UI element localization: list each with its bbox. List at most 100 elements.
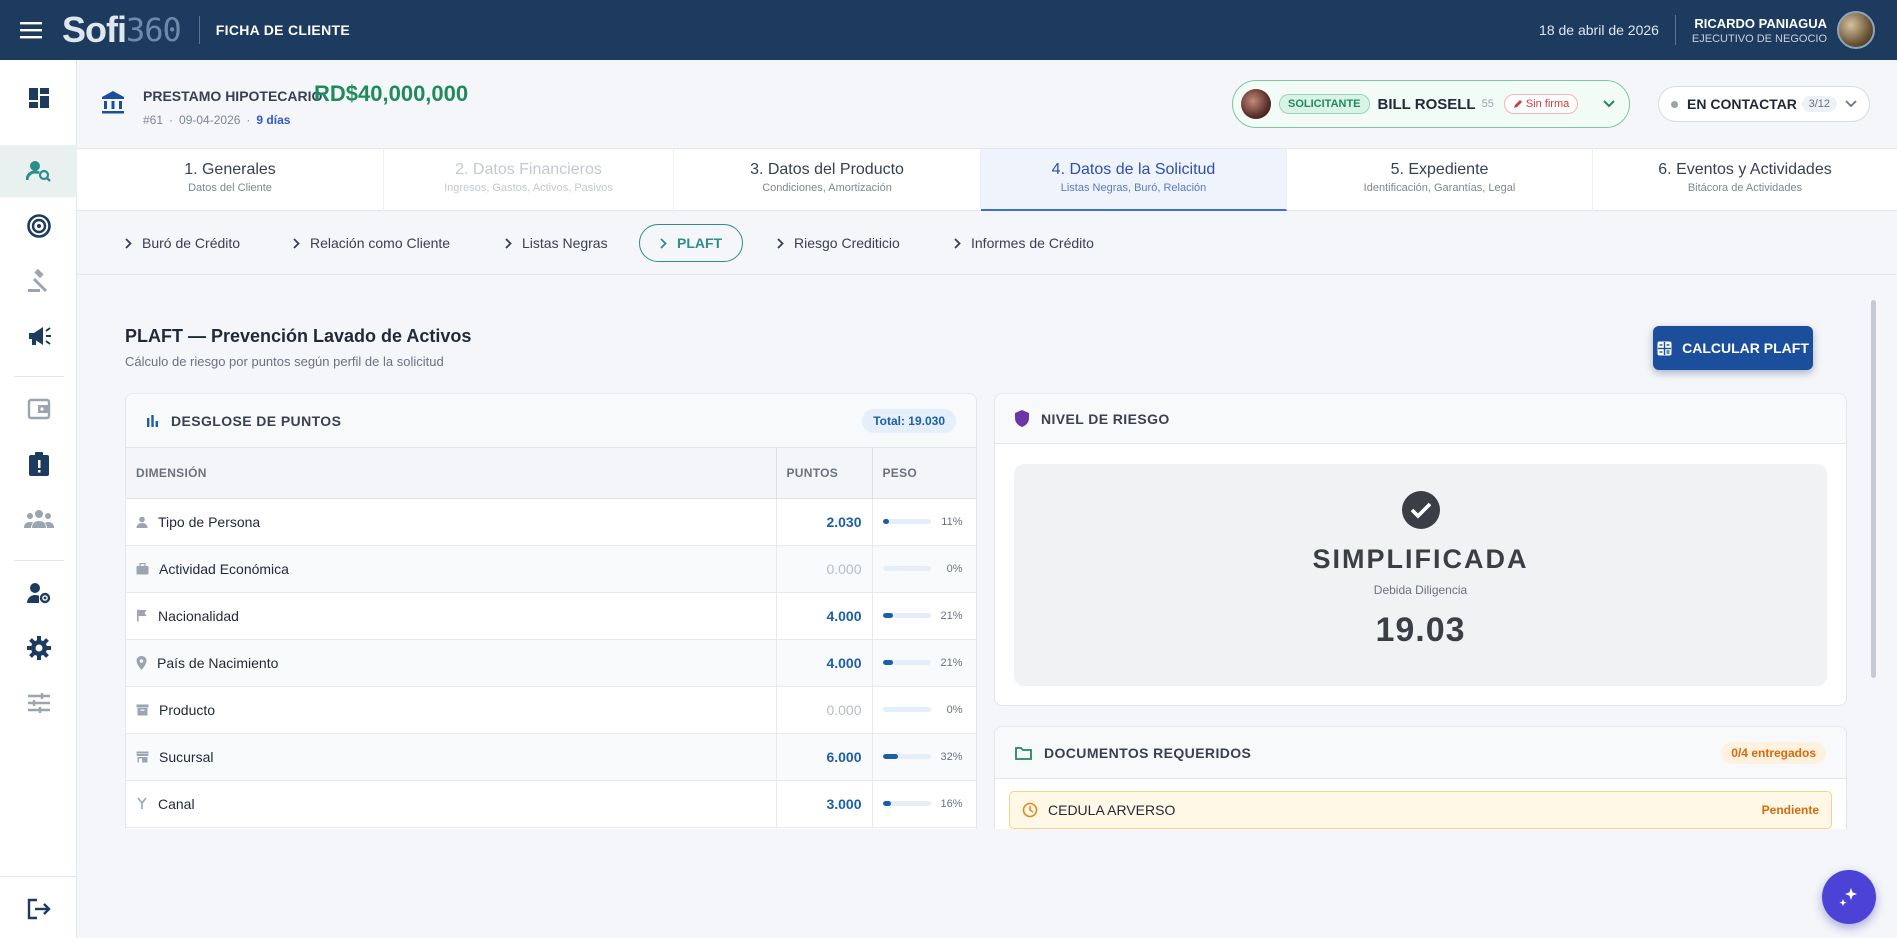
weight-bar [882, 613, 931, 618]
store-icon [136, 751, 149, 763]
tab-title: 3. Datos del Producto [750, 161, 904, 178]
wallet-icon[interactable] [0, 383, 77, 435]
tab-title: 4. Datos de la Solicitud [1051, 161, 1216, 178]
logo-text: Sofi [62, 9, 127, 50]
sub-tabs: Buró de Crédito Relación como Cliente Li… [77, 211, 1897, 275]
app-logo[interactable]: Sofi 360 [62, 0, 182, 60]
document-name: CEDULA ARVERSO [1048, 802, 1176, 818]
ai-assistant-button[interactable] [1822, 870, 1876, 924]
pencil-icon [1513, 100, 1522, 108]
subtab-informes[interactable]: Informes de Crédito [954, 224, 1094, 262]
subtab-buro[interactable]: Buró de Crédito [125, 224, 240, 262]
weight-bar [882, 660, 931, 665]
clipboard-alert-icon[interactable] [0, 438, 77, 490]
points-cell: 3.000 [776, 780, 873, 828]
dimension-cell: Actividad Económica [126, 545, 777, 593]
content-scrollbar[interactable] [1871, 300, 1876, 678]
weight-bar-fill [882, 613, 893, 618]
points-table: DIMENSIÓN PUNTOS PESO Tipo de Persona 2.0… [126, 448, 976, 828]
points-cell: 0.000 [776, 686, 873, 734]
applicant-selector[interactable]: SOLICITANTE BILL ROSELL 55 Sin firma [1232, 80, 1630, 128]
plaft-content: PLAFT — Prevención Lavado de Activos Cál… [77, 276, 1897, 829]
tab-datos-solicitud[interactable]: 4. Datos de la Solicitud Listas Negras, … [981, 149, 1287, 211]
delivered-badge: 0/4 entregados [1721, 741, 1826, 764]
gavel-icon[interactable] [0, 255, 77, 307]
weight-cell: 21% [872, 592, 976, 640]
weight-percent: 32% [940, 750, 963, 763]
logout-icon[interactable] [0, 883, 77, 935]
table-row: País de Nacimiento 4.000 21% [126, 639, 976, 687]
user-settings-icon[interactable] [0, 567, 77, 619]
dimension-name: Actividad Económica [159, 560, 289, 577]
dashboard-icon[interactable] [0, 72, 77, 124]
dimension-cell: Tipo de Persona [126, 498, 777, 546]
dimension-name: Sucursal [159, 748, 214, 765]
briefcase-icon [136, 562, 149, 575]
weight-percent: 21% [940, 656, 963, 669]
table-row: Actividad Económica 0.000 0% [126, 545, 976, 593]
required-documents-card: DOCUMENTOS REQUERIDOS 0/4 entregados CED… [994, 726, 1847, 829]
top-bar: Sofi 360 FICHA DE CLIENTE 18 de abril de … [0, 0, 1897, 60]
client-search-icon[interactable] [0, 145, 77, 197]
tab-expediente[interactable]: 5. Expediente Identificación, Garantías,… [1287, 149, 1593, 211]
location-pin-icon [136, 655, 147, 670]
menu-icon[interactable] [0, 0, 62, 60]
applicant-age: 55 [1481, 98, 1494, 110]
flag-icon [136, 609, 148, 622]
weight-bar [882, 707, 931, 712]
loan-amount: RD$40,000,000 [314, 81, 469, 106]
chevron-down-icon[interactable] [1603, 100, 1615, 108]
weight-cell: 0% [872, 686, 976, 734]
subtab-riesgo[interactable]: Riesgo Crediticio [777, 224, 900, 262]
dimension-name: Nacionalidad [158, 607, 239, 624]
risk-level: SIMPLIFICADA [1312, 544, 1529, 574]
chevron-down-icon[interactable] [1845, 100, 1857, 108]
megaphone-icon[interactable] [0, 310, 77, 362]
topbar-divider [1674, 15, 1676, 45]
points-cell: 0.000 [776, 545, 873, 593]
weight-cell: 21% [872, 639, 976, 687]
status-count: 3/12 [1801, 96, 1837, 112]
tab-eventos[interactable]: 6. Eventos y Actividades Bitácora de Act… [1593, 149, 1897, 211]
tab-subtitle: Condiciones, Amortización [762, 182, 892, 194]
tab-datos-producto[interactable]: 3. Datos del Producto Condiciones, Amort… [674, 149, 981, 211]
column-header: PUNTOS [776, 448, 873, 499]
loan-date: 09-04-2026 [179, 113, 241, 127]
weight-bar [882, 519, 931, 524]
status-selector[interactable]: EN CONTACTAR 3/12 [1658, 86, 1870, 122]
tab-title: 6. Eventos y Actividades [1658, 161, 1832, 178]
weight-percent: 16% [940, 797, 963, 810]
calculate-plaft-button[interactable]: CALCULAR PLAFT [1653, 326, 1813, 370]
subtab-listas-negras[interactable]: Listas Negras [505, 224, 608, 262]
document-item[interactable]: CEDULA ARVERSO Pendiente [1009, 791, 1832, 829]
shield-icon [1015, 410, 1029, 427]
risk-result: SIMPLIFICADA Debida Diligencia 19.03 [1014, 464, 1827, 686]
subtab-label: Listas Negras [522, 235, 608, 251]
check-circle-icon [1401, 491, 1440, 529]
person-icon [136, 516, 148, 528]
weight-percent: 0% [946, 562, 963, 575]
subtab-label: Relación como Cliente [310, 235, 451, 251]
group-icon[interactable] [0, 493, 77, 545]
sliders-icon[interactable] [0, 677, 77, 729]
subtab-relacion[interactable]: Relación como Cliente [293, 224, 450, 262]
target-icon[interactable] [0, 200, 77, 252]
tab-generales[interactable]: 1. Generales Datos del Cliente [77, 149, 384, 211]
weight-percent: 0% [946, 703, 963, 716]
risk-level-card: NIVEL DE RIESGO SIMPLIFICADA Debida Dili… [994, 393, 1847, 706]
tab-datos-financieros[interactable]: 2. Datos Financieros Ingresos, Gastos, A… [384, 149, 674, 211]
user-info[interactable]: RICARDO PANIAGUA EJECUTIVO DE NEGOCIO [1692, 16, 1827, 45]
table-row: Canal 3.000 16% [126, 780, 976, 828]
table-row: Producto 0.000 0% [126, 686, 976, 734]
tab-subtitle: Bitácora de Actividades [1687, 182, 1803, 194]
gear-icon[interactable] [0, 622, 77, 674]
card-header: DOCUMENTOS REQUERIDOS 0/4 entregados [995, 727, 1846, 779]
loan-meta: #61 · 09-04-2026 · 9 días [143, 113, 290, 127]
points-breakdown-card: DESGLOSE DE PUNTOS Total: 19.030 DIMENSI… [125, 393, 977, 829]
signature-badge: Sin firma [1503, 94, 1579, 114]
user-name: RICARDO PANIAGUA [1694, 15, 1827, 31]
signature-label: Sin firma [1525, 98, 1570, 110]
subtab-plaft[interactable]: PLAFT [639, 224, 744, 262]
user-avatar[interactable] [1837, 11, 1875, 49]
archive-icon [136, 704, 149, 716]
